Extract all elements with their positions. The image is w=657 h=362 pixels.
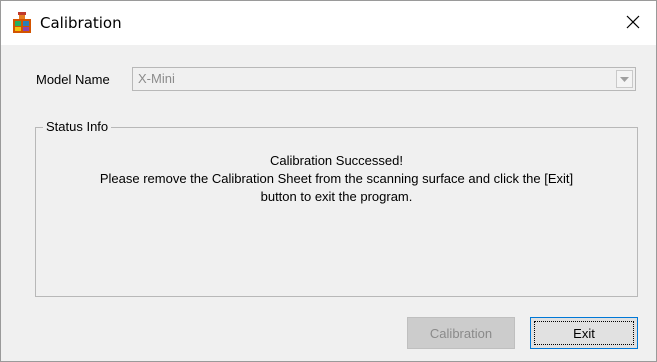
- window-title: Calibration: [40, 14, 122, 32]
- status-line: Please remove the Calibration Sheet from…: [99, 171, 574, 186]
- chevron-down-icon[interactable]: [616, 70, 633, 88]
- model-name-label: Model Name: [36, 72, 110, 87]
- status-line: Calibration Successed!: [270, 153, 403, 168]
- exit-button[interactable]: Exit: [530, 317, 638, 349]
- status-info-group: Status Info Calibration Successed! Pleas…: [35, 118, 638, 297]
- close-icon: [626, 15, 640, 32]
- title-bar[interactable]: Calibration: [1, 1, 656, 45]
- calibration-button-label: Calibration: [429, 325, 493, 341]
- calibration-window: Calibration Model Name X-Mini Status Inf…: [0, 0, 657, 362]
- status-info-title: Status Info: [43, 118, 112, 136]
- status-message: Calibration Successed! Please remove the…: [36, 152, 637, 206]
- dialog-body: Model Name X-Mini Status Info Calibratio…: [1, 45, 656, 361]
- calibration-button[interactable]: Calibration: [407, 317, 515, 349]
- scanner-app-icon: [12, 12, 32, 34]
- model-name-dropdown[interactable]: X-Mini: [132, 67, 636, 91]
- exit-button-label: Exit: [573, 325, 595, 341]
- close-button[interactable]: [610, 1, 656, 45]
- status-line: button to exit the program.: [260, 189, 413, 204]
- model-name-value: X-Mini: [138, 71, 175, 86]
